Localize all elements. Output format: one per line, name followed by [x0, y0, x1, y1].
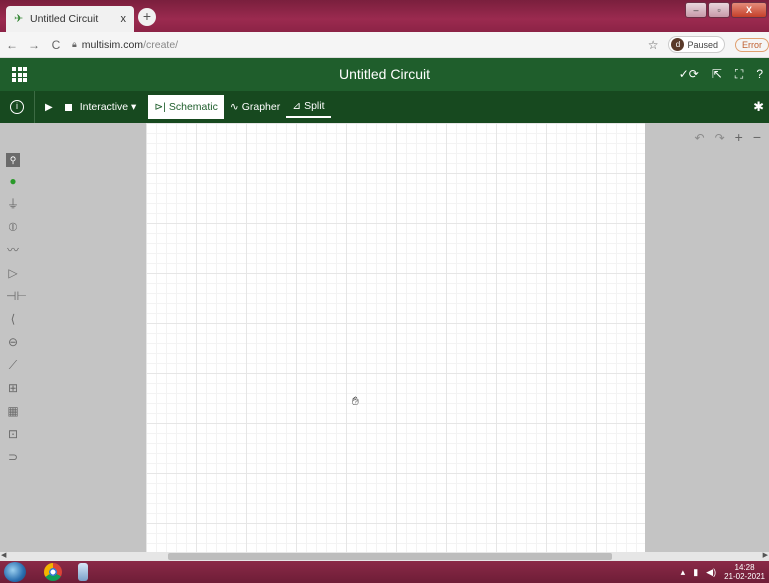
clock-time: 14:28: [734, 563, 755, 572]
schematic-icon: ⊳|: [154, 101, 166, 113]
help-icon[interactable]: ?: [756, 67, 763, 82]
lock-icon: 🔒︎: [72, 39, 77, 49]
tray-arrow-icon[interactable]: ▴: [681, 567, 686, 578]
fullscreen-icon[interactable]: ⛶: [735, 67, 743, 82]
forward-icon[interactable]: →: [28, 38, 40, 52]
tab-grapher[interactable]: ∿ Grapher: [224, 95, 286, 119]
system-tray: ▴ ▮ ◀) 14:28 21-02-2021: [681, 563, 765, 581]
split-icon: ⊿: [292, 100, 302, 112]
clock-date: 21-02-2021: [724, 572, 765, 581]
browser-tab[interactable]: ✈ Untitled Circuit x: [6, 6, 134, 32]
windows-taskbar: ▴ ▮ ◀) 14:28 21-02-2021: [0, 561, 769, 583]
export-icon[interactable]: ⇱: [712, 67, 722, 82]
scroll-right-icon[interactable]: ▶: [763, 551, 768, 559]
gear-icon[interactable]: ✱: [753, 99, 764, 115]
app-header-actions: ✓⟳ ⇱ ⛶ ?: [679, 67, 763, 82]
workspace: ⚲ ● ⏚ ⦶ 〰 ▷ ⊣⊢ ⟨ ⊖ ⟋ ⊞ ▦ ⊡ ⊃ ✋︎ ↶ ↷ + −: [0, 123, 769, 552]
reload-icon[interactable]: C: [50, 38, 62, 52]
start-button-icon[interactable]: [4, 562, 26, 582]
back-icon[interactable]: ←: [6, 38, 18, 52]
tab-title: Untitled Circuit: [30, 13, 99, 25]
digital-ic-icon[interactable]: ▦: [6, 403, 20, 420]
mixed-ic-icon[interactable]: ⊡: [6, 426, 20, 443]
ground-icon[interactable]: ⏚: [6, 196, 20, 213]
window-controls: – ▫ X: [685, 2, 767, 18]
url-field[interactable]: 🔒︎ multisim.com/create/: [72, 39, 638, 51]
error-button[interactable]: Error: [735, 37, 769, 52]
transistor-icon[interactable]: ⟨: [6, 311, 20, 328]
volume-icon[interactable]: ◀): [706, 567, 716, 578]
maximize-button[interactable]: ▫: [708, 2, 730, 18]
multisim-favicon-icon: ✈: [14, 13, 24, 25]
minimize-button[interactable]: –: [685, 2, 707, 18]
browser-titlebar: ✈ Untitled Circuit x + – ▫ X: [0, 0, 769, 32]
opamp-icon[interactable]: ▷: [6, 265, 20, 282]
network-icon[interactable]: ▮: [693, 567, 698, 578]
app-header: Untitled Circuit ✓⟳ ⇱ ⛶ ?: [0, 58, 769, 91]
clock[interactable]: 14:28 21-02-2021: [724, 563, 765, 581]
undo-icon[interactable]: ↶: [695, 131, 705, 145]
page-title: Untitled Circuit: [338, 66, 431, 82]
chrome-taskbar-icon[interactable]: [44, 563, 62, 581]
redo-icon[interactable]: ↷: [715, 131, 725, 145]
component-palette: ⚲ ● ⏚ ⦶ 〰 ▷ ⊣⊢ ⟨ ⊖ ⟋ ⊞ ▦ ⊡ ⊃: [6, 153, 27, 466]
probe-icon[interactable]: ●: [6, 173, 20, 190]
profile-status: Paused: [687, 39, 718, 50]
toolbar-divider: [34, 91, 35, 123]
scrollbar-thumb[interactable]: [168, 553, 612, 560]
canvas-tools: ↶ ↷ + −: [695, 130, 762, 145]
tab-schematic-label: Schematic: [168, 101, 218, 113]
main-toolbar: i ▶ Interactive ▾ ⊳| Schematic ∿ Grapher…: [0, 91, 769, 123]
file-taskbar-icon[interactable]: [78, 563, 88, 581]
profile-button[interactable]: d Paused: [668, 36, 725, 53]
avatar: d: [671, 38, 685, 51]
horizontal-scrollbar[interactable]: ◀ ▶: [0, 552, 769, 561]
diode-icon[interactable]: ⊣⊢: [6, 288, 27, 305]
hand-cursor-icon: ✋︎: [352, 394, 359, 408]
close-window-button[interactable]: X: [731, 2, 767, 18]
resistor-icon[interactable]: 〰: [6, 242, 20, 259]
play-icon[interactable]: ▶: [45, 102, 53, 113]
schematic-canvas[interactable]: ✋︎: [146, 123, 645, 552]
tab-grapher-label: Grapher: [241, 101, 281, 113]
meter-icon[interactable]: ⊖: [6, 334, 20, 351]
tab-schematic[interactable]: ⊳| Schematic: [148, 95, 224, 119]
zoom-out-button[interactable]: −: [753, 130, 761, 145]
zoom-in-button[interactable]: +: [735, 130, 743, 145]
tab-split-label: Split: [304, 100, 325, 112]
address-bar: ← → C 🔒︎ multisim.com/create/ ☆ d Paused…: [0, 32, 769, 58]
logic-gate-icon[interactable]: ⊞: [6, 380, 20, 397]
source-icon[interactable]: ⦶: [6, 219, 20, 236]
stop-icon[interactable]: [64, 103, 72, 111]
info-icon[interactable]: i: [10, 100, 24, 114]
tab-split[interactable]: ⊿ Split: [286, 96, 331, 118]
new-tab-button[interactable]: +: [138, 8, 156, 26]
connector-icon[interactable]: ⊃: [6, 449, 20, 466]
share-icon[interactable]: ✓⟳: [679, 67, 699, 82]
scroll-left-icon[interactable]: ◀: [1, 551, 6, 559]
tab-close-button[interactable]: x: [121, 13, 127, 25]
search-icon[interactable]: ⚲: [6, 153, 20, 167]
url-path: /create/: [143, 38, 179, 51]
bookmark-star-icon[interactable]: ☆: [648, 38, 659, 52]
url-host: multisim.com: [81, 38, 144, 51]
interactive-mode-dropdown[interactable]: Interactive ▾: [80, 101, 137, 113]
grapher-icon: ∿: [229, 101, 239, 113]
switch-icon[interactable]: ⟋: [6, 357, 20, 374]
